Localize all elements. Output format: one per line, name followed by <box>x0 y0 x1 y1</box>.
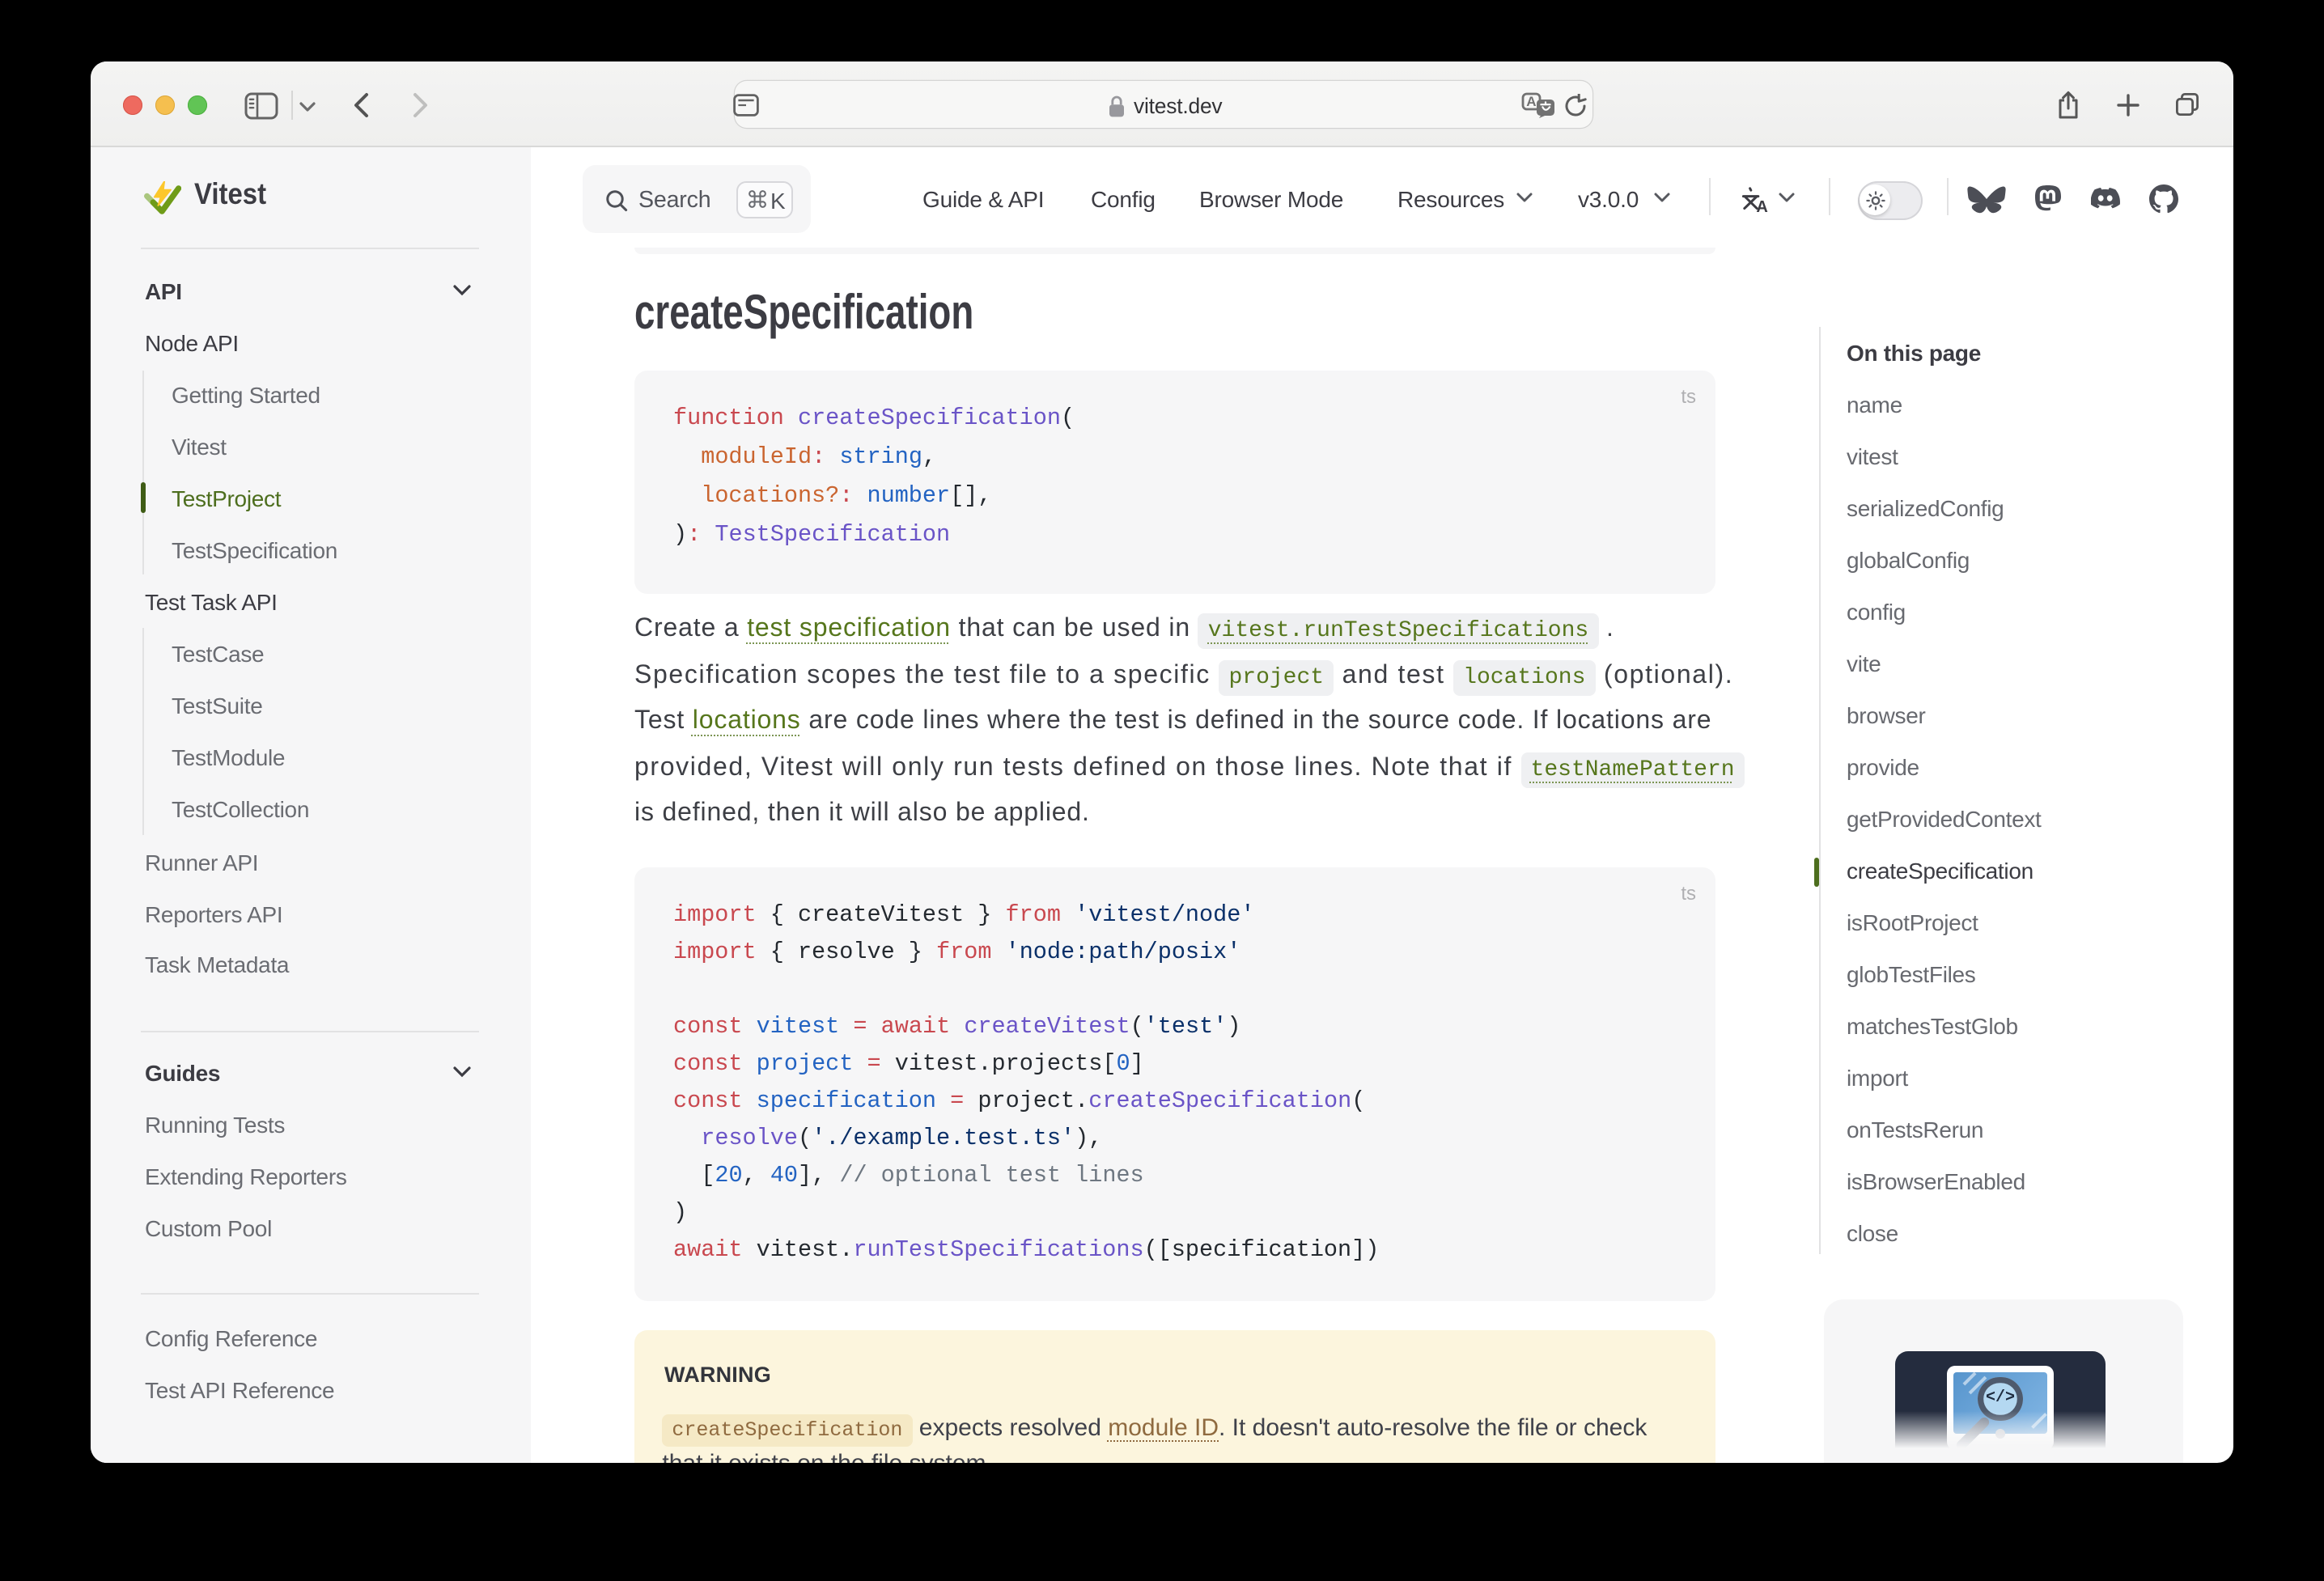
svg-text:A: A <box>1525 94 1535 109</box>
svg-text:A: A <box>1755 198 1766 214</box>
